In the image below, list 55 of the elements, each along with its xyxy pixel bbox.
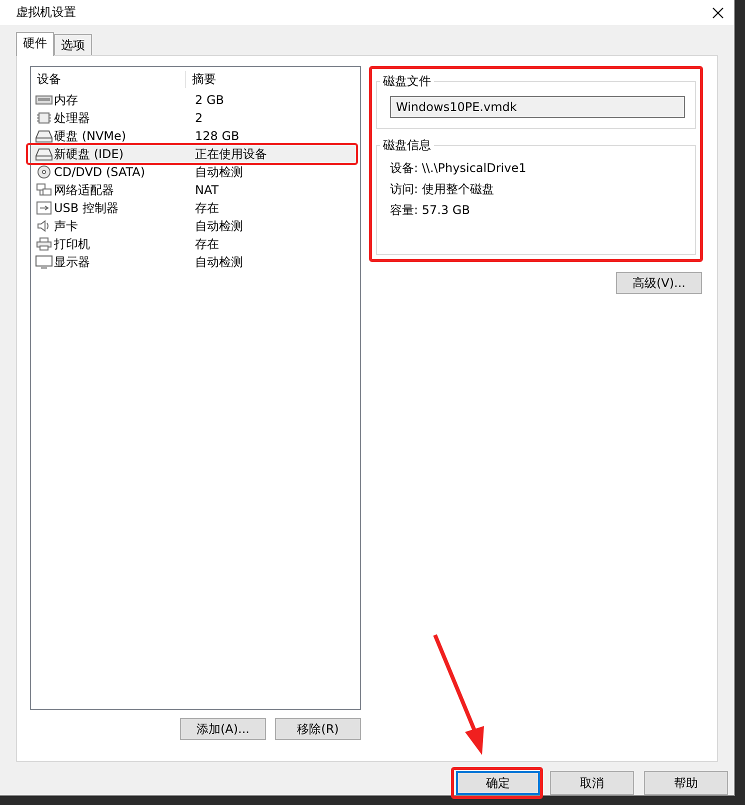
list-row[interactable]: CD/DVD (SATA) 自动检测 <box>31 163 358 181</box>
button[interactable]: 取消 <box>550 771 634 795</box>
column-header[interactable]: 设备 <box>31 70 186 88</box>
tab[interactable]: 选项 <box>54 34 92 55</box>
device-name: 网络适配器 <box>54 182 114 198</box>
device-name: 硬盘 (NVMe) <box>54 128 126 144</box>
list-row[interactable]: 声卡 自动检测 <box>31 217 358 235</box>
device-name: 新硬盘 (IDE) <box>54 146 124 162</box>
drive-icon <box>35 147 53 161</box>
device-summary: 自动检测 <box>194 254 243 270</box>
device-summary: 2 GB <box>194 93 224 107</box>
device-summary: 自动检测 <box>194 164 243 180</box>
device-summary: 存在 <box>194 200 219 216</box>
disc-icon <box>35 165 53 179</box>
button[interactable]: 添加(A)... <box>180 718 266 740</box>
close-icon[interactable] <box>710 4 726 20</box>
button[interactable]: 帮助 <box>644 771 728 795</box>
list-row[interactable]: USB 控制器 存在 <box>31 199 358 217</box>
device-summary: 2 <box>194 111 203 125</box>
list-row[interactable]: 硬盘 (NVMe) 128 GB <box>31 127 358 145</box>
usb-icon <box>35 201 53 215</box>
info-line: 容量: 57.3 GB <box>390 202 471 219</box>
device-summary: 128 GB <box>194 129 240 143</box>
chip-icon <box>35 111 53 125</box>
device-name: 声卡 <box>54 218 78 234</box>
tab[interactable]: 硬件 <box>16 32 54 56</box>
list-row[interactable]: 处理器 2 <box>31 109 358 127</box>
device-summary: 正在使用设备 <box>194 146 267 162</box>
info-line: 访问: 使用整个磁盘 <box>390 181 495 198</box>
device-name: 内存 <box>54 92 78 108</box>
info-line: 设备: \\.\PhysicalDrive1 <box>390 160 528 177</box>
list-row[interactable]: 打印机 存在 <box>31 235 358 253</box>
button[interactable]: 移除(R) <box>275 718 361 740</box>
device-summary: NAT <box>194 183 219 197</box>
device-name: 打印机 <box>54 236 90 252</box>
file-field[interactable]: Windows10PE.vmdk <box>390 96 685 118</box>
monitor-icon <box>35 255 53 269</box>
list-row[interactable]: 显示器 自动检测 <box>31 253 358 271</box>
group-title: 磁盘文件 <box>380 73 434 90</box>
list-row[interactable]: 网络适配器 NAT <box>31 181 358 199</box>
drive-icon <box>35 129 53 143</box>
device-name: 处理器 <box>54 110 90 126</box>
advanced-button[interactable]: 高级(V)... <box>616 272 702 294</box>
column-header[interactable]: 摘要 <box>186 70 216 88</box>
device-name: USB 控制器 <box>54 200 118 216</box>
list-row[interactable]: 内存 2 GB <box>31 91 358 109</box>
device-summary: 存在 <box>194 236 219 252</box>
device-summary: 自动检测 <box>194 218 243 234</box>
printer-icon <box>35 237 53 251</box>
network-icon <box>35 183 53 197</box>
memory-icon <box>35 93 53 107</box>
group-title: 磁盘信息 <box>380 137 434 154</box>
device-name: 显示器 <box>54 254 90 270</box>
window-title: 虚拟机设置 <box>16 4 76 21</box>
device-name: CD/DVD (SATA) <box>54 165 146 179</box>
